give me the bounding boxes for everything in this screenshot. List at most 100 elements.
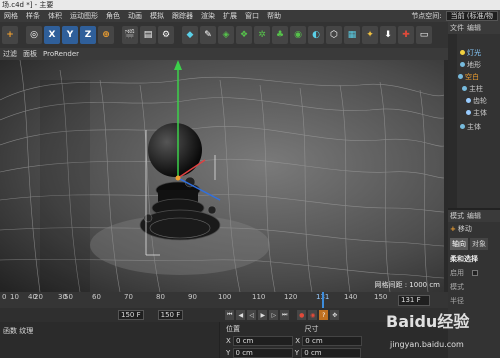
play-back-icon[interactable]: ◁ [247,310,257,320]
viewport-menu-panel[interactable]: 面板 [20,49,40,59]
tick-label: 90 [188,293,197,301]
menu-item-character[interactable]: 角色 [102,10,124,22]
size-y-field[interactable]: 0 cm [301,348,362,358]
material-menu-function[interactable]: 函数 [3,327,17,335]
attr-tool-title: + 移动 [450,225,472,233]
tag-icon[interactable]: ⬇ [380,26,396,44]
subdivision-icon[interactable]: ◈ [218,26,234,44]
axis-y-button[interactable]: Y [62,26,78,44]
grid-spacing-label: 网格间距 : 1000 cm [374,281,440,289]
play-icon[interactable]: ▶ [258,310,268,320]
prev-key-icon[interactable]: ◀ [236,310,246,320]
om-tab-edit[interactable]: 编辑 [467,23,481,33]
tick-label: 150 [374,293,388,301]
3d-viewport[interactable]: 网格间距 : 1000 cm [0,60,444,292]
attr-row-mode: 模式 [450,283,464,291]
light-icon[interactable]: ✦ [362,26,378,44]
object-null[interactable]: 空白 [458,72,479,82]
null-object-icon [460,124,465,129]
coordinate-system-icon[interactable]: ⊕ [98,26,114,44]
deformer-icon[interactable]: ◐ [308,26,324,44]
object-main-pillar[interactable]: 主柱 [462,84,483,94]
current-frame-field[interactable]: 131 F [398,295,430,306]
baidu-logo: Baidu经验 [386,312,470,331]
viewport-scene [0,60,444,292]
object-terrain[interactable]: 地形 [460,60,481,70]
menu-item-animate[interactable]: 动画 [124,10,146,22]
attr-tab-mode[interactable]: 模式 [450,211,464,221]
record-icon[interactable]: ● [297,310,307,320]
menu-item-render[interactable]: 渲染 [197,10,219,22]
enable-checkbox[interactable] [472,270,478,276]
volume-icon[interactable]: ✲ [254,26,270,44]
position-y-field[interactable]: 0 cm [232,348,293,358]
material-menu-texture[interactable]: 纹理 [19,327,33,335]
array-icon[interactable]: ❖ [236,26,252,44]
preview-end-field[interactable]: 150 F [157,310,184,320]
keyframe-selection-icon[interactable]: ? [319,310,329,320]
preview-start-field[interactable]: 150 F [118,310,144,320]
menu-item-mograph[interactable]: 运动图形 [66,10,102,22]
terrain-object-icon [460,62,465,67]
axis-z-button[interactable]: Z [80,26,96,44]
coord-row-x: X 0 cm X 0 cm [226,336,363,346]
menu-item-extensions[interactable]: 扩展 [219,10,241,22]
viewport-menu: 过滤 面板 ProRender [0,48,448,60]
object-light[interactable]: 灯光 [460,48,481,58]
key-position-icon[interactable]: ✥ [330,310,340,320]
mograph-icon[interactable]: ♣ [272,26,288,44]
main-toolbar: + ◎ X Y Z ⊕ 🎬 ▤ ⚙ ◆ ✎ ◈ ❖ ✲ ♣ ◉ ◐ ⬡ ▦ ✦ … [0,22,448,48]
move-tool-icon[interactable]: ◎ [26,26,42,44]
attr-subtab-object[interactable]: 对象 [470,238,488,250]
attr-tab-edit[interactable]: 编辑 [467,211,481,221]
tick-label: 0 [2,293,7,301]
undo-icon[interactable]: + [2,26,18,44]
cube-icon[interactable]: ◆ [182,26,198,44]
node-space-select[interactable]: 当前 (标准/物 [445,11,498,21]
object-body[interactable]: 主体 [466,108,487,118]
menu-item-simulate[interactable]: 模拟 [146,10,168,22]
go-to-start-icon[interactable]: ⏮ [225,310,235,320]
next-key-icon[interactable]: ▷ [269,310,279,320]
object-body-2[interactable]: 主体 [460,122,481,132]
camera-icon[interactable]: ▦ [344,26,360,44]
timeline-ruler[interactable]: 0 10 20 30 40 50 60 70 80 90 100 110 120… [0,292,448,308]
tick-label: 120 [284,293,298,301]
render-picture-viewer-icon[interactable]: ▤ [140,26,156,44]
object-gear[interactable]: 齿轮 [466,96,487,106]
node-space-label: 节点空间: [411,12,442,20]
environment-icon[interactable]: ⬡ [326,26,342,44]
menu-item-volume[interactable]: 体积 [44,10,66,22]
tick-label: 10 [10,293,19,301]
render-settings-icon[interactable]: ⚙ [158,26,174,44]
auto-key-icon[interactable]: ◉ [308,310,318,320]
menu-item-window[interactable]: 窗口 [241,10,263,22]
om-tab-file[interactable]: 文件 [450,23,464,33]
axis-x-button[interactable]: X [44,26,60,44]
pen-icon[interactable]: ✎ [200,26,216,44]
workplane-icon[interactable]: ▭ [416,26,432,44]
tick-label: 40 [28,293,37,301]
position-x-field[interactable]: 0 cm [233,336,294,346]
tick-label: 140 [344,293,358,301]
window-title: 场.c4d *] - 主要 [0,0,500,10]
menu-item-spline[interactable]: 样条 [22,10,44,22]
timeline-playhead[interactable] [322,292,324,308]
null-object-icon [462,86,467,91]
viewport-menu-filter[interactable]: 过滤 [0,49,20,59]
field-icon[interactable]: ◉ [290,26,306,44]
null-object-icon [458,74,463,79]
snap-icon[interactable]: ✚ [398,26,414,44]
render-view-icon[interactable]: 🎬 [122,26,138,44]
viewport-menu-prorender[interactable]: ProRender [40,50,82,58]
menu-item-tracker[interactable]: 跟踪器 [168,10,197,22]
menu-item-mesh[interactable]: 网格 [0,10,22,22]
size-x-field[interactable]: 0 cm [302,336,363,346]
tick-label: 80 [156,293,165,301]
coord-headers: 位置 尺寸 [226,324,318,334]
go-to-end-icon[interactable]: ⏭ [280,310,290,320]
coord-row-y: Y 0 cm Y 0 cm [226,348,362,358]
attr-subtab-axis[interactable]: 轴向 [450,238,468,250]
coord-header-size: 尺寸 [304,325,319,333]
menu-item-help[interactable]: 帮助 [263,10,285,22]
